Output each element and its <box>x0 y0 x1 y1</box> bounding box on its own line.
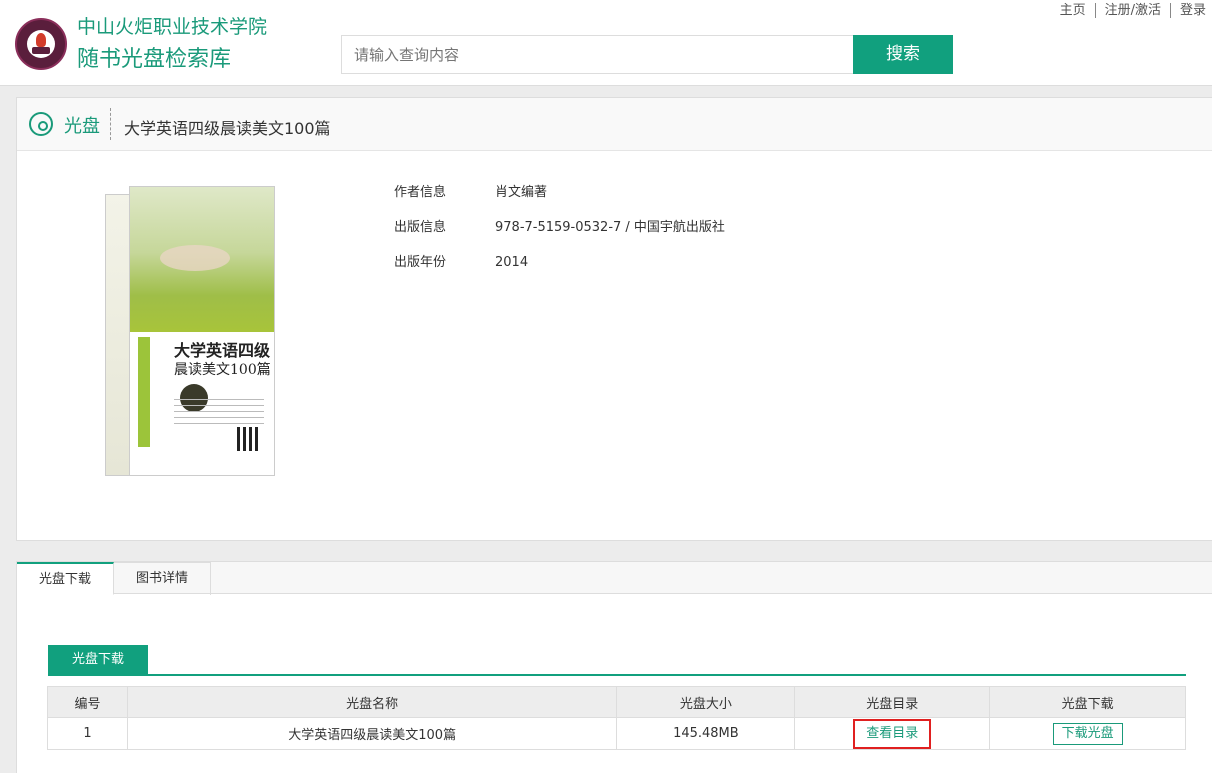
download-cell: 下载光盘 <box>989 717 1186 750</box>
page-title: 大学英语四级晨读美文100篇 <box>124 119 331 138</box>
info-value: 肖文编著 <box>495 185 548 200</box>
disc-name: 大学英语四级晨读美文100篇 <box>126 717 618 750</box>
row-number: 1 <box>47 717 128 750</box>
book-cover: 大学英语四级 晨读美文100篇 <box>105 186 275 478</box>
tab-book-details[interactable]: 图书详情 <box>114 562 211 595</box>
download-section-label[interactable]: 光盘下载 <box>48 645 148 675</box>
catalog-cell: 查看目录 <box>794 717 991 750</box>
table-header-row: 编号 光盘名称 光盘大小 光盘目录 光盘下载 <box>47 686 1186 718</box>
disc-size: 145.48MB <box>616 717 796 750</box>
tab-bar: 光盘下载 图书详情 <box>17 562 1212 595</box>
book-spine <box>105 194 130 476</box>
cover-subtitle: 晨读美文100篇 <box>174 362 271 378</box>
book-front: 大学英语四级 晨读美文100篇 <box>129 186 275 476</box>
qr-code-icon <box>237 427 261 451</box>
site-name: 中山火炬职业技术学院 <box>77 16 268 38</box>
info-value: 2014 <box>495 255 529 270</box>
cover-title: 大学英语四级 <box>174 341 271 360</box>
download-table: 编号 光盘名称 光盘大小 光盘目录 光盘下载 1 大学英语四级晨读美文100篇 … <box>47 686 1186 750</box>
column-header: 光盘大小 <box>616 686 796 718</box>
cover-text-lines <box>174 399 264 427</box>
info-year: 出版年份 2014 <box>394 251 528 270</box>
column-header: 编号 <box>47 686 128 718</box>
disc-icon <box>29 112 53 136</box>
top-links: 主页 注册/激活 登录 <box>1051 3 1206 18</box>
login-link[interactable]: 登录 <box>1169 3 1206 18</box>
column-header: 光盘名称 <box>126 686 618 718</box>
divider <box>110 108 111 140</box>
section-underline <box>48 674 1186 676</box>
cover-band <box>138 337 150 447</box>
tab-download[interactable]: 光盘下载 <box>17 562 114 595</box>
search-input[interactable] <box>341 35 854 74</box>
table-row: 1 大学英语四级晨读美文100篇 145.48MB 查看目录 下载光盘 <box>47 717 1186 750</box>
header: 中山火炬职业技术学院 随书光盘检索库 搜索 主页 注册/激活 登录 <box>0 0 1212 86</box>
view-catalog-button[interactable]: 查看目录 <box>853 718 932 749</box>
search-button[interactable]: 搜索 <box>853 35 953 74</box>
register-link[interactable]: 注册/激活 <box>1094 3 1170 18</box>
info-author: 作者信息 肖文编著 <box>394 181 547 200</box>
home-link[interactable]: 主页 <box>1051 3 1095 18</box>
column-header: 光盘下载 <box>989 686 1186 718</box>
info-publisher: 出版信息 978-7-5159-0532-7 / 中国宇航出版社 <box>394 216 725 235</box>
detail-panel: 光盘 大学英语四级晨读美文100篇 大学英语四级 晨读美文100篇 作者信息 肖文… <box>16 97 1212 541</box>
column-header: 光盘目录 <box>794 686 991 718</box>
panel-header: 光盘 大学英语四级晨读美文100篇 <box>17 98 1212 151</box>
panel-tag: 光盘 <box>64 116 100 137</box>
cover-photo <box>130 187 274 332</box>
school-logo[interactable] <box>15 18 67 70</box>
info-label: 出版信息 <box>394 220 447 235</box>
torch-icon <box>27 30 55 58</box>
info-label: 作者信息 <box>394 185 447 200</box>
info-label: 出版年份 <box>394 255 447 270</box>
site-subtitle: 随书光盘检索库 <box>77 47 232 72</box>
download-disc-button[interactable]: 下载光盘 <box>1052 722 1123 745</box>
tabs-area: 光盘下载 图书详情 光盘下载 编号 光盘名称 光盘大小 光盘目录 光盘下载 1 … <box>16 561 1212 773</box>
info-value: 978-7-5159-0532-7 / 中国宇航出版社 <box>495 220 725 235</box>
